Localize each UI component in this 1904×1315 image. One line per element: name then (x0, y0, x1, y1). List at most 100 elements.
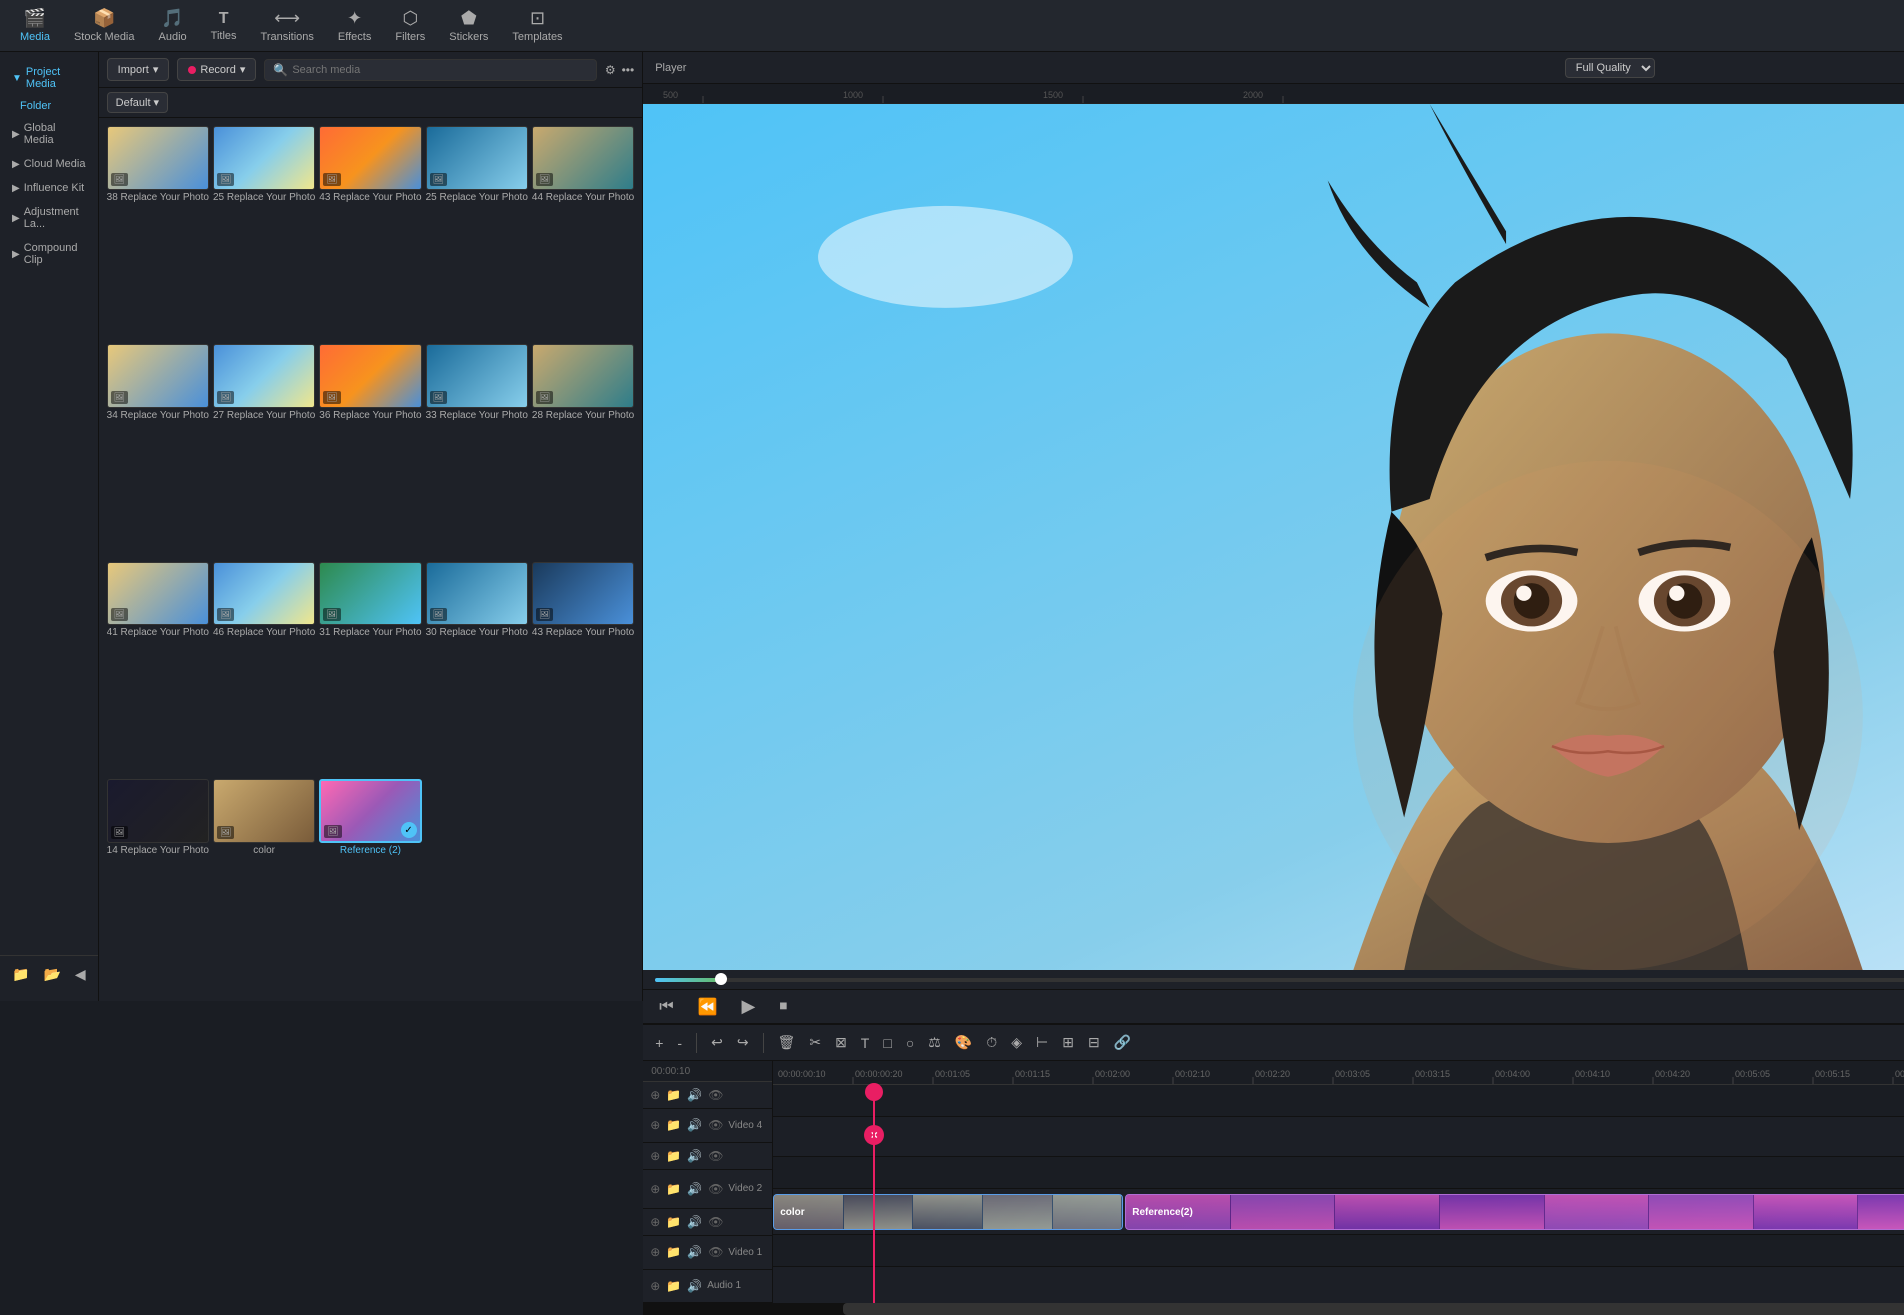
scrollbar-thumb[interactable] (843, 1303, 1904, 1315)
track-folder-btn[interactable]: 📁 (665, 1148, 682, 1164)
group-button[interactable]: ⊞ (1058, 1032, 1078, 1053)
track-eye-btn[interactable]: 👁 (707, 1214, 724, 1230)
stop-button[interactable]: ⏹ (775, 996, 791, 1018)
media-item[interactable]: 🖼 43 Replace Your Photo (319, 126, 421, 340)
media-item[interactable]: 🖼 34 Replace Your Photo (107, 344, 209, 558)
color-match-button[interactable]: 🎨 (951, 1032, 976, 1053)
track-folder-btn[interactable]: 📁 (665, 1117, 682, 1133)
track-vol-btn[interactable]: 🔊 (686, 1214, 703, 1230)
media-item[interactable]: 🖼 25 Replace Your Photo (213, 126, 315, 340)
circle-button[interactable]: ○ (902, 1033, 918, 1053)
nav-audio[interactable]: 🎵 Audio (147, 4, 199, 47)
nav-templates[interactable]: ⊡ Templates (500, 4, 574, 47)
redo-button[interactable]: ↪ (733, 1032, 753, 1053)
adjust-button[interactable]: ⚖ (924, 1032, 945, 1053)
rewind-button[interactable]: ⏮ (655, 996, 677, 1018)
track-add-btn[interactable]: ⊕ (649, 1117, 661, 1133)
track-eye-btn[interactable]: 👁 (707, 1244, 724, 1260)
nav-filters[interactable]: ⬡ Filters (383, 4, 437, 47)
nav-stock-media[interactable]: 📦 Stock Media (62, 4, 147, 47)
more-icon[interactable]: ••• (622, 63, 635, 77)
media-item-reference[interactable]: 🖼 ✓ Reference (2) (319, 779, 421, 993)
search-input[interactable] (292, 64, 588, 76)
progress-bar[interactable] (655, 978, 1904, 982)
sidebar-item-cloud-media[interactable]: ▶ Cloud Media (0, 152, 98, 176)
track-add-btn[interactable]: ⊕ (649, 1087, 661, 1103)
split-button[interactable]: ⊢ (1032, 1032, 1052, 1053)
media-thumbnail: 🖼 ✓ (319, 779, 421, 843)
nav-titles[interactable]: T Titles (199, 6, 249, 46)
play-button[interactable]: ▶ (738, 994, 760, 1019)
track-vol-btn[interactable]: 🔊 (686, 1244, 703, 1260)
track-vol-btn[interactable]: 🔊 (686, 1278, 703, 1294)
track-eye-btn[interactable]: 👁 (707, 1148, 724, 1164)
track-add-btn[interactable]: ⊕ (649, 1148, 661, 1164)
media-item[interactable]: 🖼 color (213, 779, 315, 993)
filter-default-button[interactable]: Default ▾ (107, 92, 168, 113)
import-button[interactable]: Import ▾ (107, 58, 170, 81)
progress-thumb[interactable] (715, 973, 727, 985)
track-folder-btn[interactable]: 📁 (665, 1087, 682, 1103)
nav-media[interactable]: 🎬 Media (8, 4, 62, 47)
sidebar-item-compound-clip[interactable]: ▶ Compound Clip (0, 236, 98, 272)
undo-button[interactable]: ↩ (707, 1032, 727, 1053)
media-item[interactable]: 🖼 36 Replace Your Photo (319, 344, 421, 558)
track-vol-btn[interactable]: 🔊 (686, 1148, 703, 1164)
clip-reference[interactable]: Reference(2) (1125, 1194, 1904, 1230)
media-item[interactable]: 🖼 25 Replace Your Photo (426, 126, 528, 340)
track-vol-btn[interactable]: 🔊 (686, 1117, 703, 1133)
crop-button[interactable]: ⊠ (831, 1032, 851, 1053)
track-eye-btn[interactable]: 👁 (707, 1181, 724, 1197)
nav-effects[interactable]: ✦ Effects (326, 4, 383, 47)
track-folder-btn[interactable]: 📁 (665, 1181, 682, 1197)
record-button[interactable]: Record ▾ (177, 58, 256, 81)
mask-button[interactable]: ◈ (1007, 1032, 1026, 1053)
sidebar-item-influence-kit[interactable]: ▶ Influence Kit (0, 176, 98, 200)
nav-stickers[interactable]: ⬟ Stickers (437, 4, 500, 47)
track-eye-btn[interactable]: 👁 (707, 1117, 724, 1133)
media-item[interactable]: 🖼 14 Replace Your Photo (107, 779, 209, 993)
sidebar-item-project-media[interactable]: ▼ Project Media (0, 60, 98, 96)
ungroup-button[interactable]: ⊟ (1084, 1032, 1104, 1053)
media-item[interactable]: 🖼 33 Replace Your Photo (426, 344, 528, 558)
rect-button[interactable]: □ (879, 1033, 895, 1053)
track-eye-btn[interactable]: 👁 (707, 1087, 724, 1103)
track-add-btn[interactable]: ⊕ (649, 1278, 661, 1294)
sidebar-import-btn[interactable]: 📁 (8, 964, 33, 985)
cut-button[interactable]: ✂ (805, 1032, 825, 1053)
track-add-btn[interactable]: ⊕ (649, 1244, 661, 1260)
clip-color[interactable]: color (773, 1194, 1123, 1230)
track-vol-btn[interactable]: 🔊 (686, 1181, 703, 1197)
speed-button[interactable]: ⏱ (982, 1032, 1001, 1053)
track-add-btn[interactable]: ⊕ (649, 1214, 661, 1230)
delete-button[interactable]: 🗑 (774, 1032, 800, 1053)
track-vol-btn[interactable]: 🔊 (686, 1087, 703, 1103)
nav-transitions[interactable]: ⟷ Transitions (249, 4, 326, 47)
step-back-button[interactable]: ⏪ (694, 995, 722, 1019)
media-item[interactable]: 🖼 28 Replace Your Photo (532, 344, 634, 558)
filter-icon[interactable]: ⚙ (605, 63, 616, 77)
text-button[interactable]: T (857, 1033, 874, 1053)
media-item[interactable]: 🖼 43 Replace Your Photo (532, 562, 634, 776)
track-folder-btn[interactable]: 📁 (665, 1278, 682, 1294)
add-track-button[interactable]: + (651, 1033, 667, 1053)
media-item[interactable]: 🖼 31 Replace Your Photo (319, 562, 421, 776)
track-add-btn[interactable]: ⊕ (649, 1181, 661, 1197)
link-button[interactable]: 🔗 (1110, 1032, 1135, 1053)
remove-track-button[interactable]: - (673, 1033, 686, 1053)
media-item[interactable]: 🖼 30 Replace Your Photo (426, 562, 528, 776)
sidebar-item-adjustment[interactable]: ▶ Adjustment La... (0, 200, 98, 236)
media-item[interactable]: 🖼 46 Replace Your Photo (213, 562, 315, 776)
sidebar-folder-btn[interactable]: 📂 (39, 964, 64, 985)
media-item[interactable]: 🖼 38 Replace Your Photo (107, 126, 209, 340)
track-folder-btn[interactable]: 📁 (665, 1244, 682, 1260)
media-item[interactable]: 🖼 41 Replace Your Photo (107, 562, 209, 776)
media-item[interactable]: 🖼 27 Replace Your Photo (213, 344, 315, 558)
track-folder-btn[interactable]: 📁 (665, 1214, 682, 1230)
horizontal-scrollbar[interactable] (643, 1303, 1904, 1315)
quality-select[interactable]: Full Quality 1/2 Quality 1/4 Quality (1565, 58, 1655, 78)
sidebar-item-folder[interactable]: Folder (0, 96, 98, 116)
media-item[interactable]: 🖼 44 Replace Your Photo (532, 126, 634, 340)
sidebar-item-global-media[interactable]: ▶ Global Media (0, 116, 98, 152)
sidebar-collapse-btn[interactable]: ◀ (71, 964, 90, 985)
